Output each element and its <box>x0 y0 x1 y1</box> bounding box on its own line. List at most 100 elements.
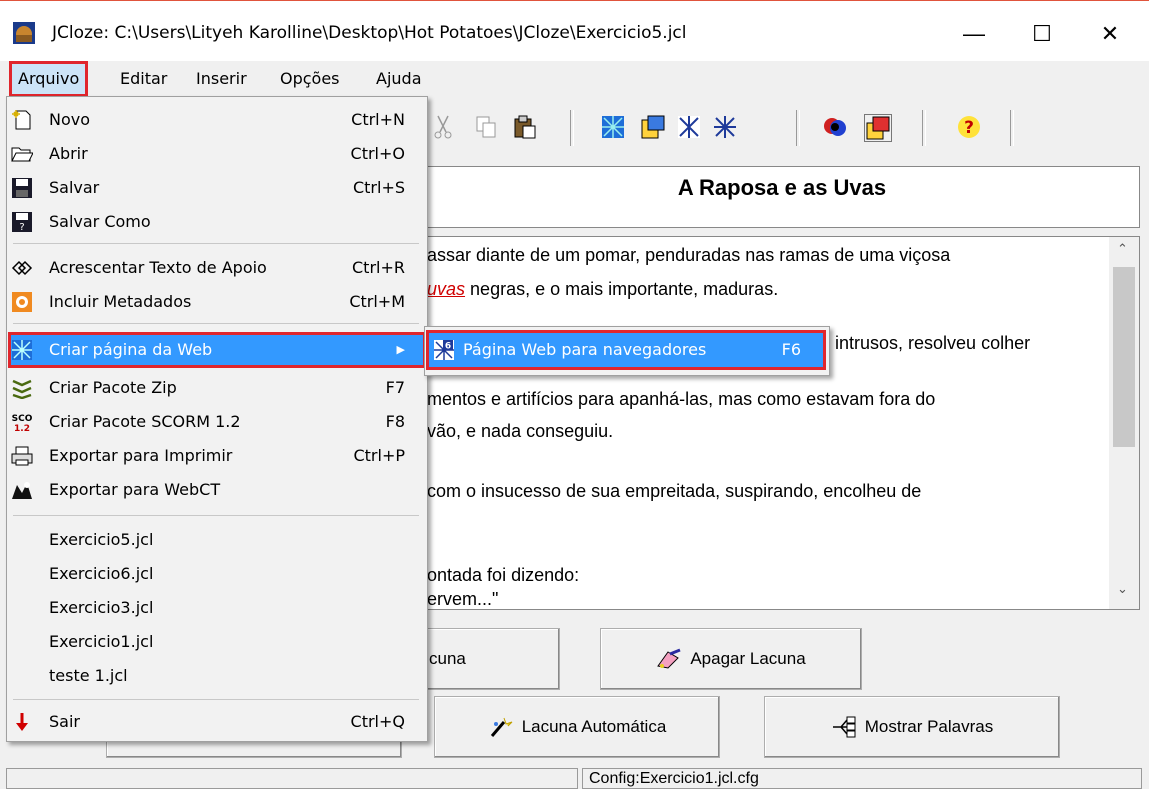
scorm-icon: SCO1.2 <box>12 414 33 433</box>
menu-item-shortcut: Ctrl+R <box>352 258 405 277</box>
menu-item-label: Acrescentar Texto de Apoio <box>49 258 267 277</box>
menu-item-shortcut: Ctrl+N <box>351 110 405 129</box>
recent-file-item[interactable]: Exercicio3.jcl <box>9 591 425 625</box>
recent-file-item[interactable]: Exercicio5.jcl <box>9 523 425 557</box>
submenu-arrow-icon: ▶ <box>396 343 405 356</box>
copy-icon[interactable] <box>474 114 500 140</box>
menu-separator <box>13 515 419 516</box>
web-package-icon[interactable] <box>676 114 702 140</box>
menu-item-shortcut: Ctrl+Q <box>350 712 405 731</box>
web-export-icon[interactable] <box>712 114 738 140</box>
menu-item-salvar-como[interactable]: ? Salvar Como <box>9 205 425 239</box>
save-as-icon: ? <box>12 212 32 233</box>
menu-item-label: Novo <box>49 110 91 129</box>
webct-icon <box>12 482 32 499</box>
arquivo-menu: Novo Ctrl+N Abrir Ctrl+O Salvar Ctrl+S ?… <box>6 96 428 742</box>
masks-icon[interactable] <box>822 114 848 140</box>
maximize-button[interactable]: ☐ <box>1012 11 1072 57</box>
menu-item-criar-zip[interactable]: Criar Pacote Zip F7 <box>9 371 425 405</box>
lacuna-automatica-button[interactable]: Lacuna Automática <box>434 696 720 758</box>
svg-text:6: 6 <box>445 342 451 352</box>
export-icon[interactable] <box>640 114 666 140</box>
menu-item-salvar[interactable]: Salvar Ctrl+S <box>9 171 425 205</box>
text-line-rest: negras, e o mais importante, maduras. <box>470 279 779 299</box>
menu-item-label: Criar Pacote Zip <box>49 378 177 397</box>
paste-icon[interactable] <box>512 114 538 140</box>
minimize-button[interactable]: — <box>944 11 1004 57</box>
help-icon[interactable]: ? <box>956 114 982 140</box>
recent-file-label: Exercicio1.jcl <box>49 632 154 651</box>
menu-arquivo[interactable]: Arquivo <box>8 61 89 97</box>
submenu-item-label: Página Web para navegadores <box>463 340 707 359</box>
menu-opcoes[interactable]: Opções <box>276 62 344 96</box>
menu-item-label: Exportar para Imprimir <box>49 446 233 465</box>
magic-wand-icon <box>490 717 513 737</box>
text-line: com o insucesso de sua empreitada, suspi… <box>427 481 922 501</box>
recent-file-label: Exercicio3.jcl <box>49 598 154 617</box>
menu-ajuda[interactable]: Ajuda <box>372 62 426 96</box>
apagar-lacuna-label: Apagar Lacuna <box>690 649 806 668</box>
link-icon <box>11 260 33 276</box>
menu-editar[interactable]: Editar <box>116 62 171 96</box>
menu-item-novo[interactable]: Novo Ctrl+N <box>9 103 425 137</box>
submenu-item-shortcut: F6 <box>781 340 801 359</box>
recent-file-item[interactable]: Exercicio6.jcl <box>9 557 425 591</box>
printer-icon <box>11 446 33 466</box>
recent-file-item[interactable]: Exercicio1.jcl <box>9 625 425 659</box>
svg-text:?: ? <box>964 118 974 138</box>
svg-text:?: ? <box>19 222 24 233</box>
menu-item-label: Sair <box>49 712 80 731</box>
svg-text:1.2: 1.2 <box>14 424 30 433</box>
svg-text:SCO: SCO <box>12 414 33 424</box>
menu-item-pagina-web-navegadores[interactable]: 6 Página Web para navegadores F6 <box>426 330 826 370</box>
menu-item-shortcut: Ctrl+P <box>353 446 405 465</box>
cut-icon[interactable] <box>430 114 456 140</box>
recent-file-item[interactable]: teste 1.jcl <box>9 659 425 693</box>
menu-item-criar-scorm[interactable]: SCO 1.2 Criar Pacote SCORM 1.2 F8 <box>9 405 425 439</box>
menu-item-exportar-webct[interactable]: Exportar para WebCT <box>9 473 425 507</box>
status-config: Config:Exercicio1.jcl.cfg <box>582 768 1142 789</box>
menu-item-label: Exportar para WebCT <box>49 480 221 499</box>
color-picker-icon[interactable] <box>864 114 892 142</box>
metadata-icon <box>12 292 32 312</box>
recent-file-label: teste 1.jcl <box>49 666 128 685</box>
menu-separator <box>13 323 419 324</box>
menu-item-texto-apoio[interactable]: Acrescentar Texto de Apoio Ctrl+R <box>9 251 425 285</box>
text-line: assar diante de um pomar, penduradas nas… <box>427 245 951 265</box>
exercise-title: A Raposa e as Uvas <box>677 175 887 200</box>
jcloze-app-icon <box>13 22 35 44</box>
criar-lacuna-label: cuna <box>429 649 466 668</box>
gap-word[interactable]: uvas <box>427 279 465 299</box>
eraser-icon <box>657 648 681 669</box>
menu-item-metadados[interactable]: Incluir Metadados Ctrl+M <box>9 285 425 319</box>
menu-item-label: Criar Pacote SCORM 1.2 <box>49 412 241 431</box>
menu-item-shortcut: F7 <box>385 378 405 397</box>
web-page-6-icon: 6 <box>434 340 454 360</box>
text-line: vão, e nada conseguiu. <box>427 421 614 441</box>
text-line: ervem..." <box>427 589 499 609</box>
exercise-title-field[interactable]: A Raposa e as Uvas <box>424 166 1140 228</box>
menu-inserir[interactable]: Inserir <box>192 62 251 96</box>
menu-item-abrir[interactable]: Abrir Ctrl+O <box>9 137 425 171</box>
menu-item-label: Incluir Metadados <box>49 292 192 311</box>
scroll-up-arrow-icon[interactable]: ⌃ <box>1117 241 1128 257</box>
criar-web-submenu: 6 Página Web para navegadores F6 <box>424 326 830 376</box>
apagar-lacuna-button[interactable]: Apagar Lacuna <box>600 628 862 690</box>
web-page-icon[interactable] <box>600 114 626 140</box>
text-line: intrusos, resolveu colher <box>835 333 1031 353</box>
scroll-down-arrow-icon[interactable]: ⌄ <box>1117 581 1128 597</box>
menu-item-criar-pagina-web[interactable]: Criar página da Web ▶ <box>8 332 426 368</box>
exercise-text-area[interactable]: assar diante de um pomar, penduradas nas… <box>424 236 1140 610</box>
recent-file-label: Exercicio5.jcl <box>49 530 154 549</box>
menu-item-label: Salvar <box>49 178 100 197</box>
text-line: ontada foi dizendo: <box>427 565 580 585</box>
mostrar-palavras-button[interactable]: Mostrar Palavras <box>764 696 1060 758</box>
close-button[interactable]: ✕ <box>1080 11 1140 57</box>
toolbar-separator <box>922 110 926 146</box>
window-title: JCloze: C:\Users\Lityeh Karolline\Deskto… <box>52 23 687 43</box>
menu-item-exportar-imprimir[interactable]: Exportar para Imprimir Ctrl+P <box>9 439 425 473</box>
menu-item-sair[interactable]: Sair Ctrl+Q <box>9 705 425 739</box>
vertical-scrollbar[interactable]: ⌃ ⌄ <box>1109 237 1139 609</box>
scroll-thumb[interactable] <box>1113 267 1135 447</box>
status-cell-main <box>6 768 578 789</box>
